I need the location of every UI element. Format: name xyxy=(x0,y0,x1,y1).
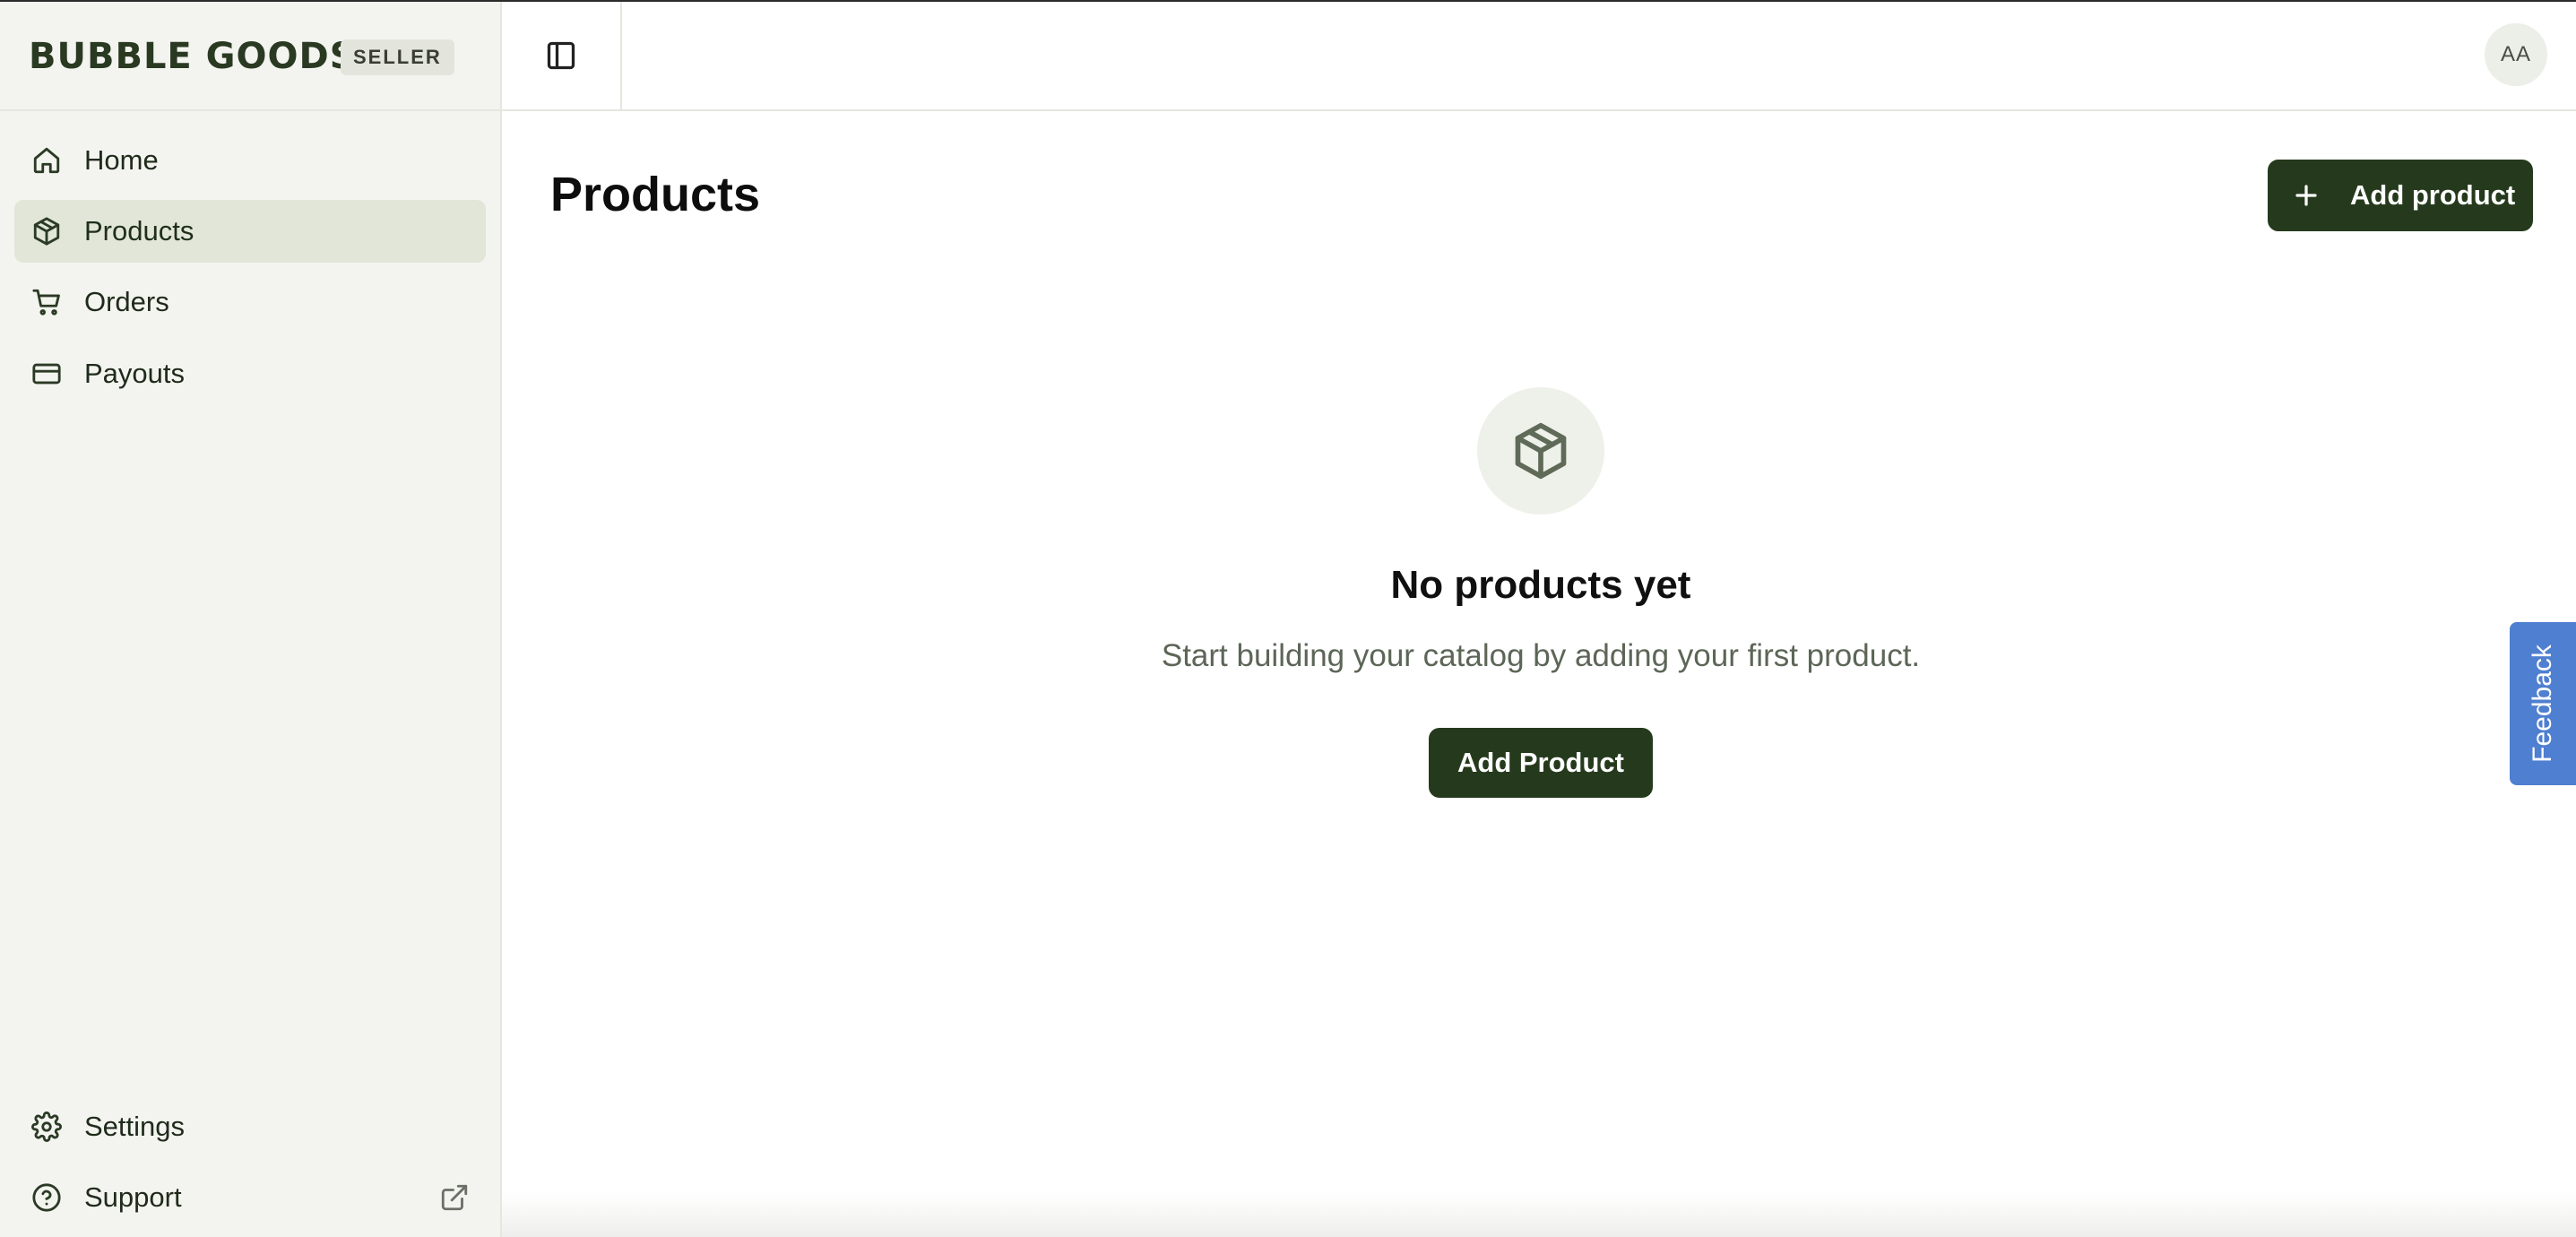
sidebar-item-home[interactable]: Home xyxy=(14,129,486,192)
sidebar-item-settings[interactable]: Settings xyxy=(14,1095,486,1158)
top-header: AA xyxy=(502,2,2576,111)
sidebar-item-orders[interactable]: Orders xyxy=(14,271,486,333)
sidebar-toggle-button[interactable] xyxy=(502,2,622,109)
plus-icon xyxy=(2291,180,2321,211)
home-icon xyxy=(29,143,65,178)
sidebar-item-support[interactable]: Support xyxy=(14,1166,486,1229)
help-circle-icon xyxy=(29,1180,65,1215)
sidebar-item-label: Products xyxy=(84,215,194,247)
sidebar-item-label: Orders xyxy=(84,286,169,317)
credit-card-icon xyxy=(29,356,65,392)
package-icon xyxy=(29,213,65,249)
bottom-shadow xyxy=(502,1192,2576,1237)
add-product-button-label: Add product xyxy=(2350,179,2516,211)
sidebar-item-label: Support xyxy=(84,1181,182,1213)
gear-icon xyxy=(29,1109,65,1145)
brand-logo[interactable]: BUBBLE GOODS xyxy=(29,36,357,77)
external-link-icon xyxy=(439,1182,470,1213)
empty-state-title: No products yet xyxy=(1390,563,1691,607)
sidebar-item-label: Home xyxy=(84,144,159,176)
cart-icon xyxy=(29,284,65,320)
page-title: Products xyxy=(550,168,761,221)
avatar[interactable]: AA xyxy=(2485,23,2547,86)
sidebar-toggle-icon xyxy=(547,41,575,70)
seller-badge: SELLER xyxy=(341,39,454,75)
sidebar-item-payouts[interactable]: Payouts xyxy=(14,342,486,405)
empty-state-icon-circle xyxy=(1477,387,1604,515)
brand-header: BUBBLE GOODS SELLER xyxy=(0,2,500,111)
add-product-button[interactable]: Add product xyxy=(2268,160,2533,231)
sidebar-item-label: Settings xyxy=(84,1111,186,1142)
sidebar: BUBBLE GOODS SELLER Home Products Orders… xyxy=(0,2,502,1237)
empty-state-subtitle: Start building your catalog by adding yo… xyxy=(1161,638,1921,673)
feedback-tab-label: Feedback xyxy=(2528,644,2557,763)
sidebar-item-label: Payouts xyxy=(84,358,186,389)
empty-state-add-product-button[interactable]: Add Product xyxy=(1429,728,1653,798)
feedback-tab[interactable]: Feedback xyxy=(2510,622,2576,785)
package-icon xyxy=(1515,422,1567,480)
sidebar-item-products[interactable]: Products xyxy=(14,200,486,263)
